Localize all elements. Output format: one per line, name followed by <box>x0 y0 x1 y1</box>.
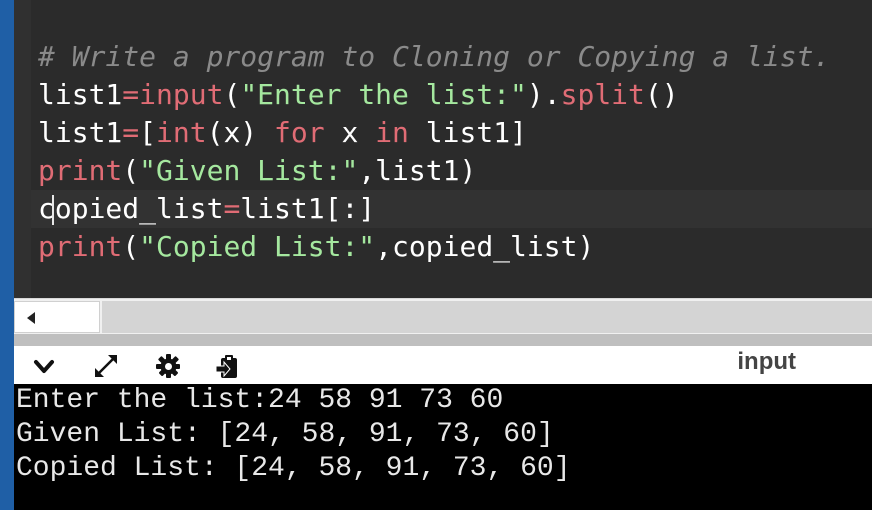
gear-icon[interactable] <box>154 352 182 380</box>
code-line-1: # Write a program to Cloning or Copying … <box>38 38 830 76</box>
token-text: ,copied_list) <box>375 230 595 263</box>
token-method: split <box>560 78 645 111</box>
text-cursor <box>52 195 54 225</box>
token-string: "Copied List:" <box>139 230 376 263</box>
editor-gutter <box>14 0 31 298</box>
code-line-6: print("Copied List:",copied_list) <box>38 228 830 266</box>
code-line-3: list1=[int(x) for x in list1] <box>38 114 830 152</box>
token-var: copied_list <box>38 192 224 225</box>
token-keyword: in <box>375 116 409 149</box>
token-fn: input <box>139 78 224 111</box>
token-paren: () <box>644 78 679 111</box>
expand-icon[interactable] <box>92 352 120 380</box>
scrollbar-track[interactable] <box>102 301 872 333</box>
token-op: = <box>122 78 140 111</box>
token-var: list1 <box>38 78 123 111</box>
arrow-left-icon <box>27 312 35 324</box>
code-line-4: print("Given List:",list1) <box>38 152 830 190</box>
token-paren: ( <box>223 78 241 111</box>
scroll-left-button[interactable] <box>14 301 100 333</box>
console-line-2: Given List: [24, 58, 91, 73, 60] <box>16 419 554 450</box>
clipboard-icon[interactable] <box>214 352 242 380</box>
token-op: = <box>122 116 140 149</box>
panel-divider[interactable] <box>14 334 872 346</box>
token-paren: ). <box>526 78 561 111</box>
console-output: Enter the list:24 58 91 73 60 Given List:… <box>14 384 872 510</box>
token-bracket: [ <box>139 116 157 149</box>
token-text: ,list1) <box>358 154 477 187</box>
code-line-5: copied_list=list1[:] <box>38 190 830 228</box>
code-content[interactable]: # Write a program to Cloning or Copying … <box>38 0 830 342</box>
token-fn: int <box>156 116 207 149</box>
left-sidebar-strip <box>0 0 14 510</box>
token-text: (x) <box>206 116 275 149</box>
code-editor[interactable]: # Write a program to Cloning or Copying … <box>14 0 872 298</box>
token-text: x <box>324 116 376 149</box>
console-line-3: Copied List: [24, 58, 91, 73, 60] <box>16 453 571 484</box>
horizontal-scrollbar[interactable] <box>14 298 872 335</box>
code-line-2: list1=input("Enter the list:").split() <box>38 76 830 114</box>
token-string: "Enter the list:" <box>240 78 527 111</box>
token-paren: ( <box>122 154 140 187</box>
token-text: list1[:] <box>240 192 376 225</box>
token-string: "Given List:" <box>139 154 359 187</box>
token-paren: ( <box>122 230 140 263</box>
token-fn: print <box>38 230 123 263</box>
token-keyword: for <box>274 116 325 149</box>
token-op: = <box>223 192 241 225</box>
token-text: list1] <box>408 116 527 149</box>
token-var: list1 <box>38 116 123 149</box>
console-toolbar: input <box>14 346 872 384</box>
console-line-1: Enter the list:24 58 91 73 60 <box>16 385 504 416</box>
input-label[interactable]: input <box>737 348 796 376</box>
token-fn: print <box>38 154 123 187</box>
code-comment: # Write a program to Cloning or Copying … <box>38 40 831 73</box>
chevron-down-icon[interactable] <box>30 352 58 380</box>
